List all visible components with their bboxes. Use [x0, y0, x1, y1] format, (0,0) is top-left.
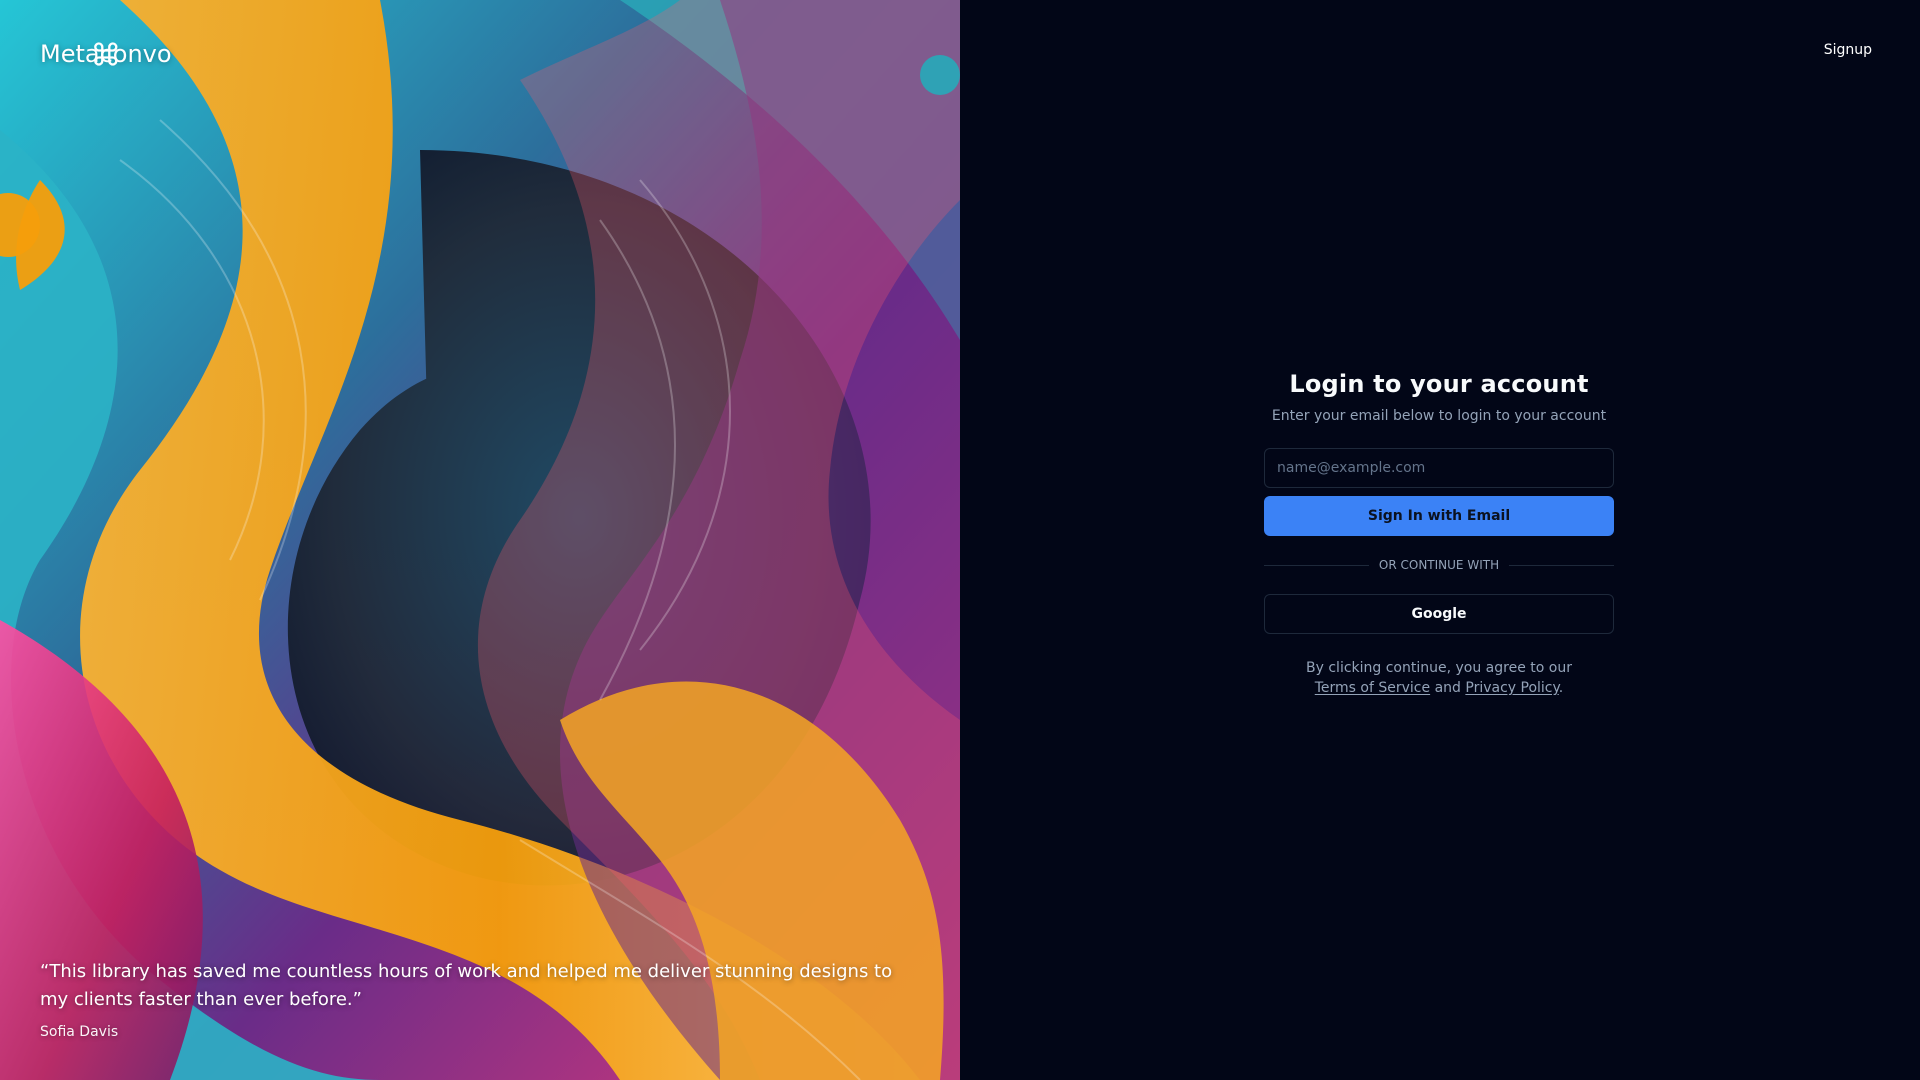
brand[interactable]: Metaconvo — [40, 40, 172, 68]
login-card: Login to your account Enter your email b… — [1264, 370, 1614, 698]
continue-divider: OR CONTINUE WITH — [1264, 558, 1614, 572]
auth-panel: Signup Login to your account Enter your … — [960, 0, 1920, 1080]
sign-in-email-button[interactable]: Sign In with Email — [1264, 496, 1614, 536]
login-subtitle: Enter your email below to login to your … — [1271, 408, 1607, 424]
divider-line-left — [1264, 564, 1369, 566]
terms-link[interactable]: Terms of Service — [1315, 680, 1430, 696]
art-panel: Metaconvo “This library has saved me cou… — [0, 0, 960, 1080]
legal-suffix: . — [1558, 680, 1564, 696]
auth-page: Metaconvo “This library has saved me cou… — [0, 0, 1920, 1080]
command-icon — [94, 42, 118, 66]
abstract-art-image — [0, 0, 960, 1080]
divider-line-right — [1509, 564, 1614, 566]
testimonial: “This library has saved me countless hou… — [40, 958, 900, 1040]
legal-middle: and — [1430, 680, 1466, 696]
divider-label: OR CONTINUE WITH — [1378, 558, 1500, 572]
legal-text: By clicking continue, you agree to our T… — [1264, 658, 1614, 698]
signup-link[interactable]: Signup — [1824, 42, 1872, 58]
login-title: Login to your account — [1289, 370, 1589, 398]
email-input[interactable] — [1264, 448, 1614, 488]
privacy-link[interactable]: Privacy Policy — [1465, 680, 1558, 696]
legal-prefix: By clicking continue, you agree to our — [1306, 660, 1572, 676]
testimonial-quote: “This library has saved me countless hou… — [40, 961, 893, 1010]
testimonial-author: Sofia Davis — [40, 1024, 119, 1040]
google-sign-in-button[interactable]: Google — [1264, 594, 1614, 634]
